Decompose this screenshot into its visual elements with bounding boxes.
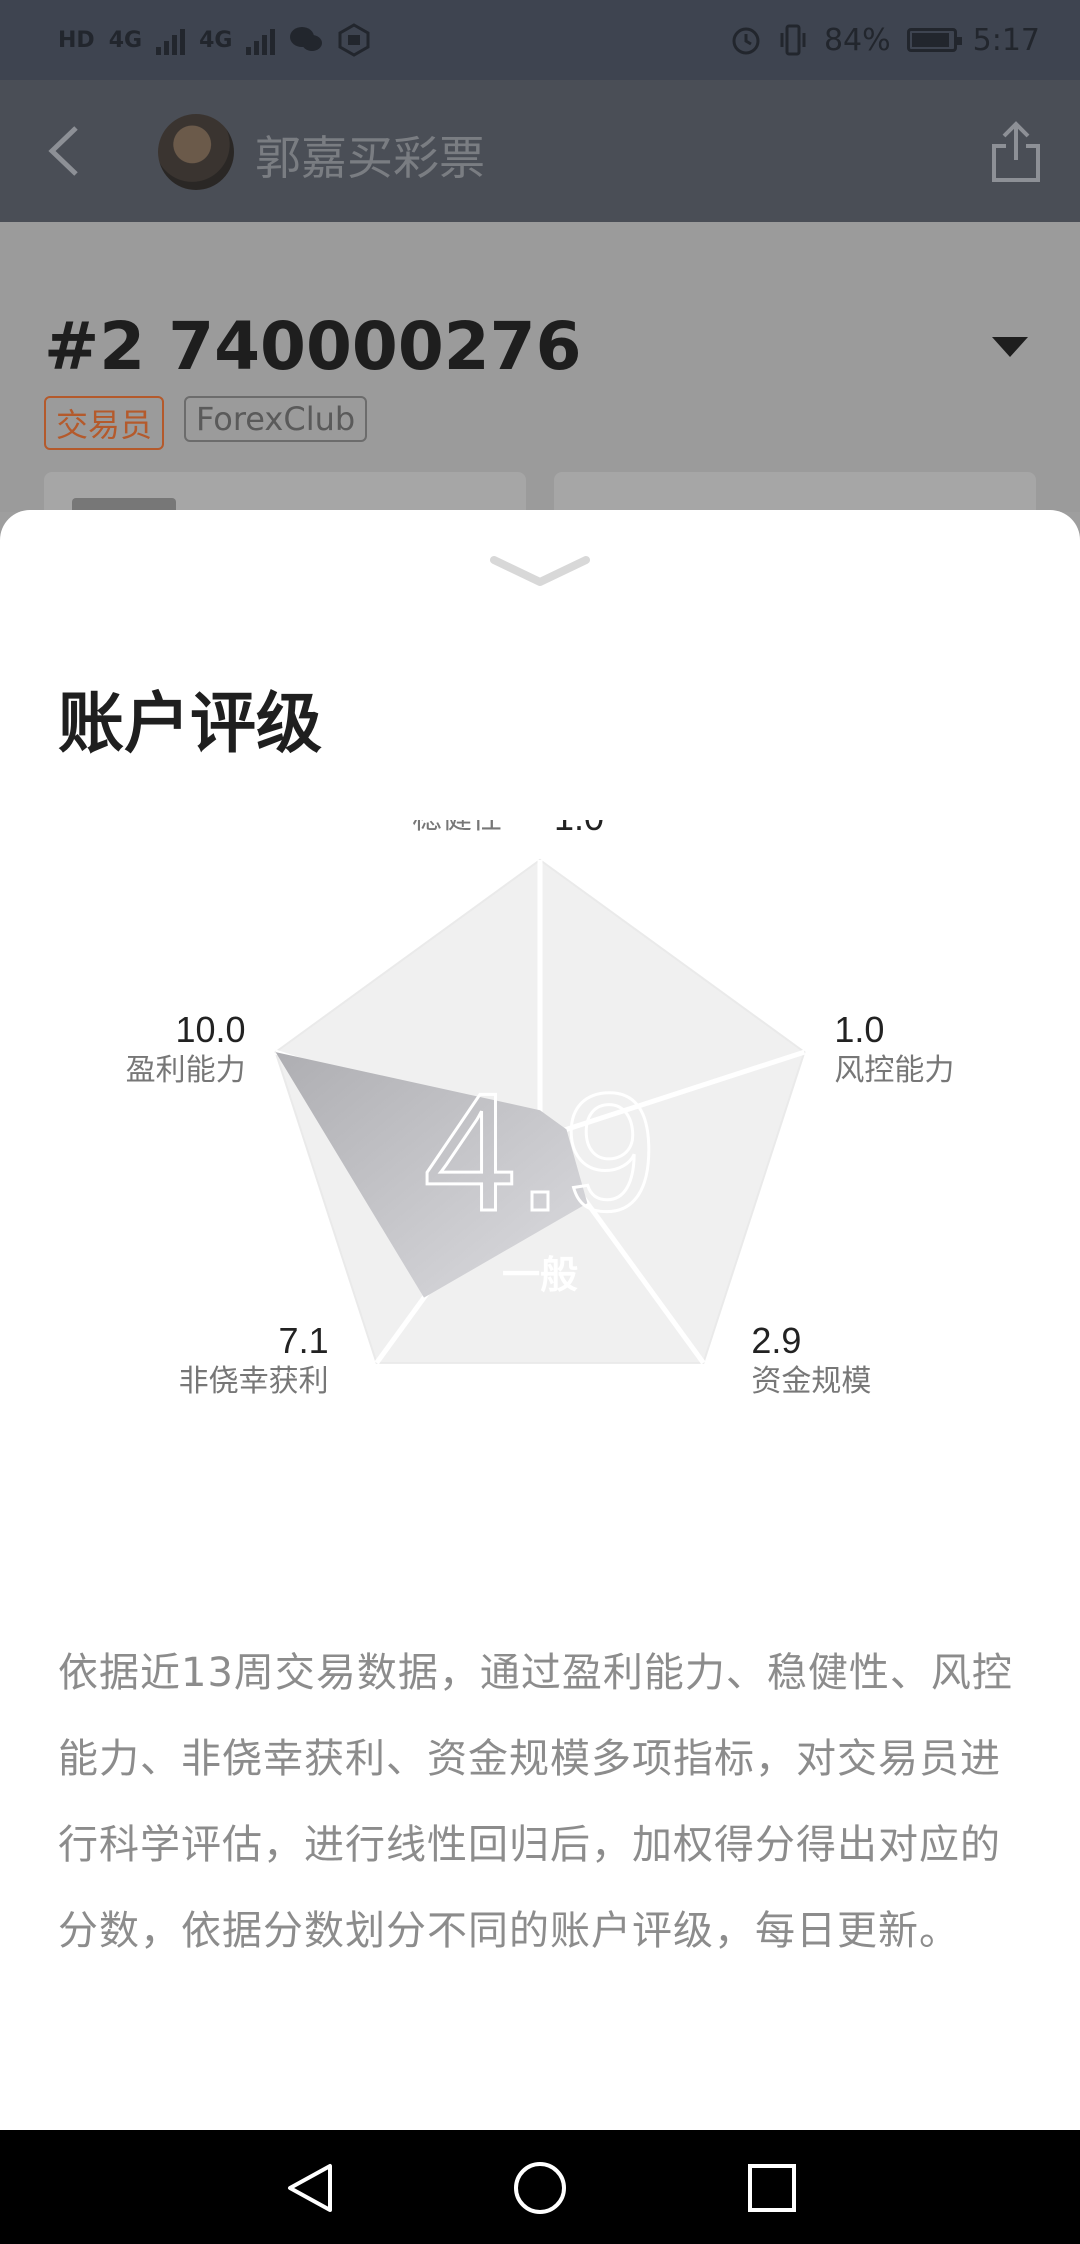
nav-home-icon[interactable] (512, 2160, 568, 2216)
alarm-icon (732, 27, 760, 55)
radar-axis-value-2: 1.0 (834, 1009, 884, 1050)
battery-icon (906, 28, 962, 52)
sheet-title: 账户评级 (58, 685, 322, 762)
radar-axis-value-3: 2.9 (751, 1320, 801, 1361)
radar-axis-value-5: 10.0 (176, 1009, 246, 1050)
dropdown-caret-icon[interactable] (992, 337, 1028, 357)
rating-description: 依据近13周交易数据，通过盈利能力、稳健性、风控能力、非侥幸获利、资金规模多项指… (58, 1650, 1013, 1954)
radar-axis-name-2: 风控能力 (834, 1054, 954, 1087)
radar-axis-value-4: 7.1 (279, 1320, 329, 1361)
radar-axis-name-4: 非侥幸获利 (179, 1365, 329, 1398)
navigation-bar (0, 2130, 1080, 2244)
back-arrow-icon[interactable] (40, 124, 90, 178)
overall-score: 4.9 (423, 1058, 657, 1246)
battery-percent: 84% (823, 22, 891, 58)
network-indicators: HD 4G 4G (58, 12, 371, 68)
system-indicators: 84% 5:17 (730, 12, 1040, 68)
status-bar: HD 4G 4G 84% 5:17 (0, 0, 1080, 80)
nav-recents-icon[interactable] (744, 2160, 800, 2216)
radar-axis-name-3: 资金规模 (751, 1365, 871, 1398)
share-icon[interactable] (990, 120, 1042, 184)
nav-back-icon[interactable] (282, 2160, 338, 2216)
radar-chart: 4.9 一般 稳健性 1.0 1.0 风控能力 2.9 资金规模 7.1 非侥幸获利 10.0 盈… (126, 820, 955, 1398)
signal-icon-2 (246, 25, 276, 55)
wechat-icon (290, 27, 323, 51)
radar-axis-value-1: 1.0 (554, 820, 604, 838)
overall-grade: 一般 (502, 1253, 578, 1297)
hd-label: HD (58, 27, 95, 53)
radar-axis-name-5: 盈利能力 (126, 1054, 246, 1087)
role-tag: 交易员 (44, 396, 165, 450)
broker-tag: ForexClub (184, 396, 368, 442)
app-notification-icon (338, 23, 370, 57)
avatar[interactable] (158, 114, 234, 190)
app-header: 郭嘉买彩票 (0, 80, 1080, 222)
header-title: 郭嘉买彩票 (255, 131, 485, 185)
account-title[interactable]: #2 740000276 (44, 308, 582, 385)
vibrate-icon (780, 24, 806, 56)
network-4g-label-1: 4G (108, 27, 143, 53)
signal-icon-1 (156, 25, 186, 55)
background-page: #2 740000276 交易员 ForexClub (0, 222, 1080, 538)
radar-axis-name-1: 稳健性 (412, 820, 502, 835)
network-4g-label-2: 4G (199, 27, 233, 53)
collapse-chevron-icon[interactable] (488, 552, 592, 592)
rating-bottom-sheet: 账户评级 4.9 一般 稳健性 1.0 1.0 风控能力 2.9 资金规模 7.1 非侥幸获利… (0, 510, 1080, 2130)
clock: 5:17 (972, 22, 1040, 58)
